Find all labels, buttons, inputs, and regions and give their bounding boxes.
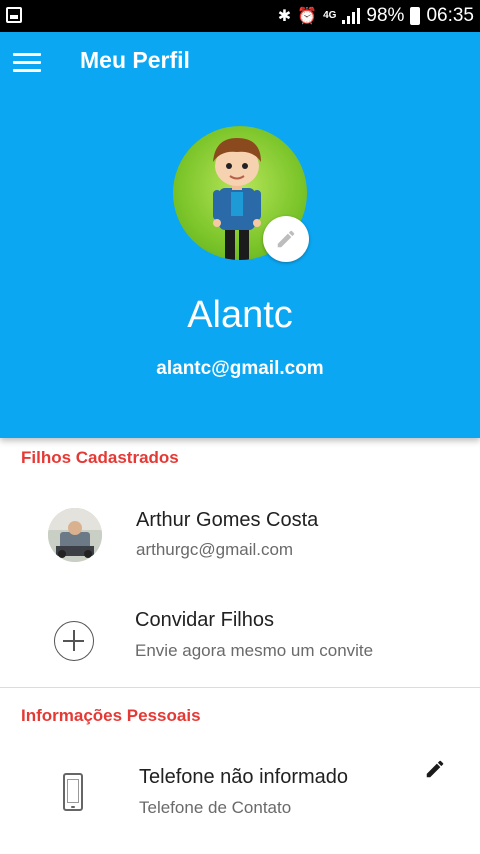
add-circle-icon[interactable]: [54, 621, 94, 661]
child-photo: [48, 508, 102, 562]
status-bar: ✱ ⏰ 4G 98% 06:35: [0, 0, 480, 32]
section-divider: [0, 687, 480, 688]
child-email: arthurgc@gmail.com: [136, 540, 294, 559]
hamburger-menu-icon[interactable]: [13, 51, 41, 73]
invite-subtitle: Envie agora mesmo um convite: [135, 641, 374, 660]
battery-percent: 98%: [366, 5, 405, 26]
alarm-icon: ⏰: [297, 8, 318, 25]
clock: 06:35: [426, 5, 474, 26]
profile-avatar: [173, 126, 309, 262]
phone-value: Telefone não informado: [139, 766, 349, 788]
network-type-label: 4G: [323, 10, 337, 21]
smartphone-icon: [63, 773, 83, 811]
profile-header: Meu Perfil Alantc alantc@gmail.com: [0, 32, 480, 438]
section-title-children: Filhos Cadastrados: [21, 448, 179, 467]
status-bar-right: ✱ ⏰ 4G 98% 06:35: [278, 0, 474, 32]
profile-name: Alantc: [187, 294, 293, 336]
pencil-icon: [426, 760, 444, 778]
pencil-icon: [277, 230, 295, 248]
notification-icon: [6, 7, 22, 23]
bluetooth-icon: ✱: [277, 8, 292, 25]
signal-icon: [342, 8, 361, 24]
phone-label: Telefone de Contato: [139, 798, 292, 817]
child-name: Arthur Gomes Costa: [136, 509, 319, 531]
edit-phone-button[interactable]: [424, 758, 448, 782]
battery-icon: [410, 7, 421, 25]
section-title-personal-info: Informações Pessoais: [21, 706, 201, 725]
edit-avatar-button[interactable]: [263, 216, 309, 262]
page-title: Meu Perfil: [80, 47, 190, 73]
invite-title: Convidar Filhos: [135, 609, 274, 631]
child-avatar: [48, 508, 102, 562]
profile-email: alantc@gmail.com: [156, 358, 324, 379]
